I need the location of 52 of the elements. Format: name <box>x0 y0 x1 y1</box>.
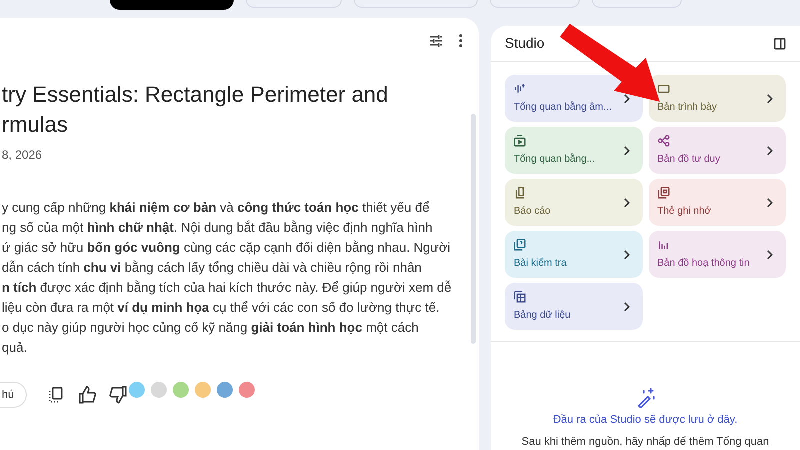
magic-wand-icon <box>636 388 656 408</box>
thumbs-up-icon[interactable] <box>79 386 98 404</box>
empty-state-text: Sau khi thêm nguồn, hãy nhấp để thêm Tổng quan <box>522 434 770 450</box>
panel-toggle-icon[interactable] <box>774 38 786 50</box>
slide-icon <box>658 82 670 94</box>
document-icon <box>514 186 526 198</box>
video-icon <box>514 134 526 146</box>
studio-card[interactable]: Thẻ ghi nhớ <box>648 179 786 226</box>
chevron-right-icon <box>767 146 773 156</box>
panel-title: Studio <box>505 34 545 53</box>
scrollbar[interactable] <box>471 114 476 344</box>
bar-chart-icon <box>658 238 670 250</box>
table-icon <box>514 290 526 302</box>
note-title: try Essentials: Rectangle Perimeter and <box>2 81 388 109</box>
card-label: Bản đồ hoạ thông tin <box>658 256 750 270</box>
card-label: Báo cáo <box>514 204 551 218</box>
card-label: Tổng quan bằng âm... <box>514 100 612 114</box>
chevron-right-icon <box>767 250 773 260</box>
thumbs-down-icon[interactable] <box>109 386 128 404</box>
empty-state-title: Đầu ra của Studio sẽ được lưu ở đây. <box>553 413 738 428</box>
studio-card[interactable]: Tổng quan bằng... <box>505 127 642 174</box>
card-label: Bản đồ tư duy <box>658 152 720 166</box>
cards-icon <box>658 186 670 198</box>
studio-card[interactable]: Bài kiểm tra <box>505 231 642 278</box>
more-vertical-icon[interactable] <box>459 34 463 48</box>
studio-card[interactable]: Bản trình bày <box>648 75 786 122</box>
note-date: 8, 2026 <box>1 147 42 164</box>
copy-icon[interactable] <box>49 387 64 403</box>
chevron-right-icon <box>624 198 630 208</box>
chevron-right-icon <box>624 146 630 156</box>
nodes-icon <box>658 134 670 146</box>
studio-card[interactable]: Bản đồ tư duy <box>648 127 786 174</box>
card-label: Tổng quan bằng... <box>514 152 596 166</box>
sound-wave-icon <box>514 82 526 94</box>
card-label: Bài kiểm tra <box>514 256 567 270</box>
note-title: rmulas <box>2 111 68 139</box>
card-label: Bản trình bày <box>658 100 717 114</box>
chevron-right-icon <box>624 94 630 104</box>
studio-card[interactable]: Báo cáo <box>505 179 642 226</box>
sliders-icon[interactable] <box>429 34 443 48</box>
save-note-button[interactable]: hú <box>0 382 28 408</box>
studio-card[interactable]: Tổng quan bằng âm... <box>505 75 642 122</box>
chevron-right-icon <box>624 250 630 260</box>
chevron-right-icon <box>767 198 773 208</box>
note-paragraph: y cung cấp những khái niệm cơ bản và công thức toán học thiết yếu để ng số của một hình chữ nhật. Nội dung bắt đầu bằng việc định nghĩa hình ứ giác sở hữu bốn góc vuông cùng các cặp cạnh đối diện bằng nhau. Người dẫn cách tính chu vi bằng cách lấy tổng chiều dài và chiều rộng rồi nhân n tích được xác định bằng tích của hai kích thước này. Để giúp người xem dễ liệu còn đưa ra một ví dụ minh họa cụ thể với các con số đo lường thực tế. o dục này giúp người học củng cố kỹ năng giải toán hình học một cách quả. <box>1 199 452 357</box>
question-card-icon <box>514 238 526 250</box>
chevron-right-icon <box>767 94 773 104</box>
studio-card[interactable]: Bản đồ hoạ thông tin <box>648 231 786 278</box>
card-label: Bảng dữ liệu <box>514 308 571 322</box>
card-label: Thẻ ghi nhớ <box>658 204 712 218</box>
studio-card[interactable]: Bảng dữ liệu <box>505 283 642 330</box>
chevron-right-icon <box>624 302 630 312</box>
